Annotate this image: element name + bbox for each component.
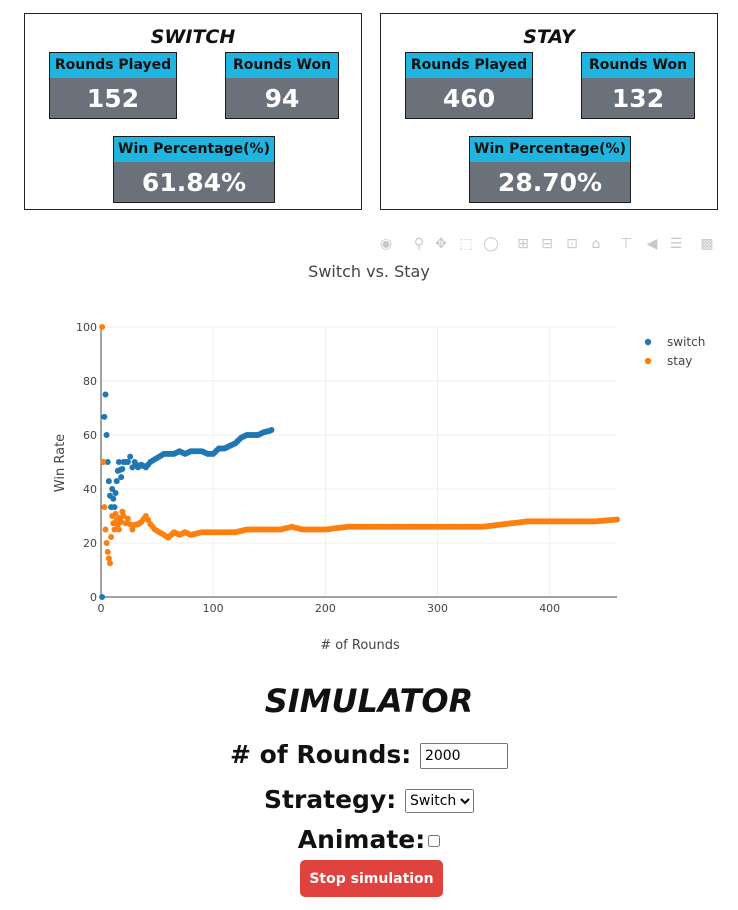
stay-point: [115, 526, 122, 533]
stay-point: [106, 560, 113, 567]
series-stay: [99, 324, 620, 567]
rounds-won-value: 94: [226, 78, 338, 118]
switch-point: [102, 391, 109, 398]
rounds-label: # of Rounds:: [230, 740, 412, 769]
stay-rounds-played: Rounds Played 460: [405, 52, 533, 119]
rounds-played-label: Rounds Played: [50, 53, 176, 78]
legend-label-switch: switch: [667, 335, 705, 349]
animate-label: Animate:: [297, 825, 426, 854]
switch-point: [112, 490, 119, 497]
chart-grid: [101, 326, 617, 597]
win-percentage-value: 61.84%: [114, 162, 274, 202]
legend-marker-switch: [644, 338, 652, 346]
y-tick-label: 80: [83, 375, 97, 388]
spike-lines-icon[interactable]: ⊤: [618, 236, 634, 252]
stay-point: [99, 324, 106, 330]
stay-panel: STAY Rounds Played 460 Rounds Won 132 Wi…: [380, 13, 718, 210]
legend-label-stay: stay: [667, 354, 692, 368]
switch-point: [118, 474, 125, 481]
stay-win-percentage: Win Percentage(%) 28.70%: [469, 136, 631, 203]
x-axis-label: # of Rounds: [320, 638, 400, 653]
stop-simulation-button[interactable]: Stop simulation: [300, 860, 443, 897]
lasso-select-icon[interactable]: ◯: [483, 236, 499, 252]
y-tick-label: 40: [83, 483, 97, 496]
switch-rounds-won: Rounds Won 94: [225, 52, 339, 119]
switch-point: [101, 413, 108, 420]
stay-point: [102, 526, 109, 533]
stay-point: [108, 534, 115, 541]
series-switch: [99, 391, 275, 600]
strategy-select[interactable]: SwitchStay: [404, 789, 474, 813]
rounds-won-value: 132: [582, 78, 694, 118]
strategy-row: Strategy: SwitchStay: [0, 785, 738, 814]
stay-panel-title: STAY: [523, 26, 575, 48]
switch-point: [99, 594, 106, 600]
win-rate-chart: 0 20 40 60 80 100 0 100 200 300 400 Win Rate # of …: [53, 321, 705, 653]
switch-point: [111, 504, 118, 511]
autoscale-icon[interactable]: ⊡: [564, 236, 580, 252]
rounds-input[interactable]: [419, 743, 508, 769]
y-axis-label: Win Rate: [53, 434, 68, 492]
stay-point: [124, 515, 131, 522]
stay-point: [103, 540, 110, 546]
camera-icon[interactable]: ◉: [378, 236, 394, 252]
win-percentage-label: Win Percentage(%): [114, 137, 274, 162]
rounds-won-label: Rounds Won: [226, 53, 338, 78]
legend-marker-stay: [644, 357, 652, 365]
rounds-row: # of Rounds:: [0, 740, 738, 769]
chart-title: Switch vs. Stay: [308, 262, 430, 281]
switch-point: [127, 453, 134, 460]
plotly-logo-icon[interactable]: ▩: [699, 236, 715, 252]
rounds-played-value: 152: [50, 78, 176, 118]
switch-point: [110, 495, 117, 502]
pan-icon[interactable]: ✥: [433, 236, 449, 252]
switch-point: [105, 478, 112, 485]
rounds-played-label: Rounds Played: [406, 53, 532, 78]
x-tick-label: 400: [539, 602, 560, 615]
strategy-label: Strategy:: [264, 785, 397, 814]
switch-rounds-played: Rounds Played 152: [49, 52, 177, 119]
animate-row: Animate:: [0, 825, 738, 854]
simulator-title: SIMULATOR: [264, 682, 474, 720]
y-tick-label: 60: [83, 429, 97, 442]
rounds-won-label: Rounds Won: [582, 53, 694, 78]
y-tick-label: 100: [76, 321, 97, 334]
reset-axes-icon[interactable]: ⌂: [588, 236, 604, 252]
rounds-played-value: 460: [406, 78, 532, 118]
stay-point: [100, 459, 107, 465]
switch-point: [113, 478, 120, 485]
switch-point: [124, 459, 131, 465]
chart-axes: 0 20 40 60 80 100 0 100 200 300 400: [76, 321, 617, 615]
switch-panel-title: SWITCH: [150, 26, 236, 48]
switch-point: [119, 466, 126, 473]
stay-point: [104, 548, 111, 555]
zoom-out-icon[interactable]: ⊟: [539, 236, 555, 252]
x-tick-label: 200: [315, 602, 336, 615]
y-tick-label: 0: [90, 591, 97, 604]
hover-compare-icon[interactable]: ☰: [668, 236, 684, 252]
x-tick-label: 0: [98, 602, 105, 615]
box-select-icon[interactable]: ⬚: [458, 236, 474, 252]
stay-point: [101, 504, 108, 511]
switch-point: [103, 432, 110, 438]
win-percentage-value: 28.70%: [470, 162, 630, 202]
switch-win-percentage: Win Percentage(%) 61.84%: [113, 136, 275, 203]
win-percentage-label: Win Percentage(%): [470, 137, 630, 162]
chart-legend: switch stay: [644, 335, 705, 368]
animate-checkbox[interactable]: [428, 835, 441, 847]
switch-point: [268, 427, 275, 434]
switch-panel: SWITCH Rounds Played 152 Rounds Won 94 W…: [24, 13, 362, 210]
stay-rounds-won: Rounds Won 132: [581, 52, 695, 119]
x-tick-label: 300: [427, 602, 448, 615]
chart-series: [99, 324, 620, 600]
x-tick-label: 100: [203, 602, 224, 615]
hover-closest-icon[interactable]: ◀: [644, 236, 660, 252]
stay-point: [614, 516, 620, 523]
zoom-icon[interactable]: ⚲: [411, 236, 427, 252]
y-tick-label: 20: [83, 537, 97, 550]
zoom-in-icon[interactable]: ⊞: [515, 236, 531, 252]
